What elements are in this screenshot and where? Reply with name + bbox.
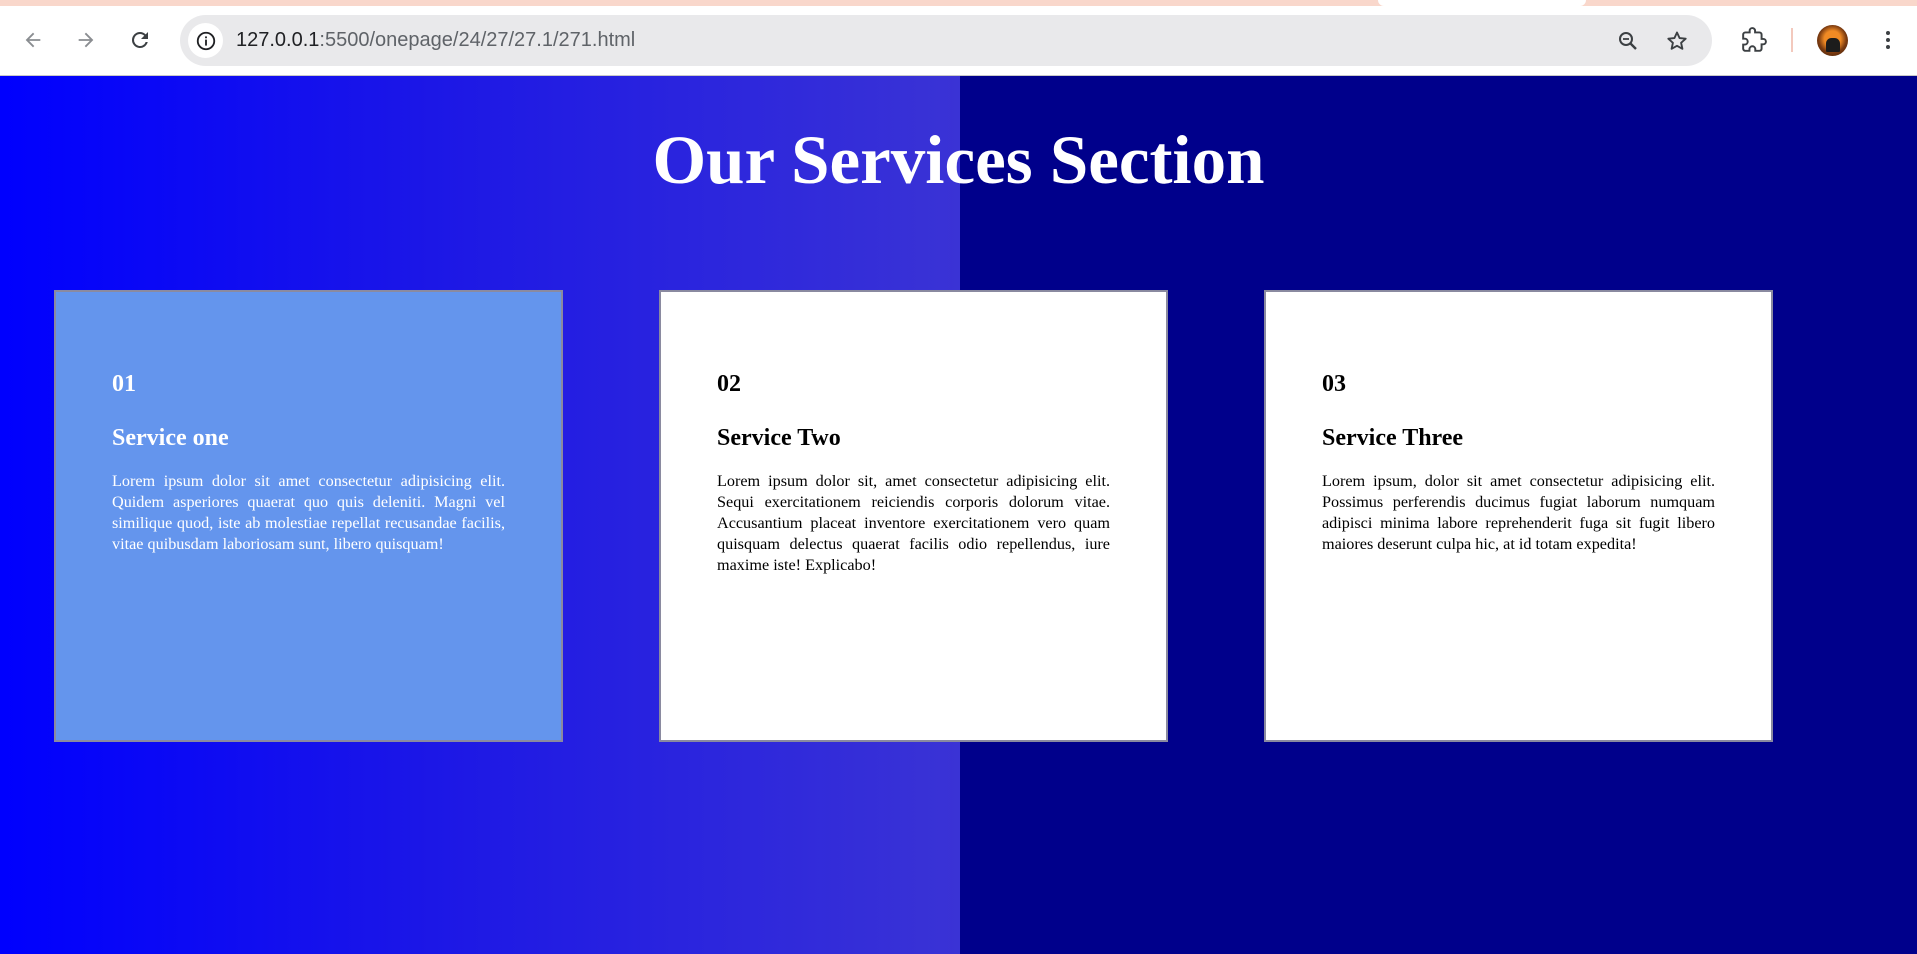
tab-strip [0,0,1917,6]
zoom-icon[interactable] [1610,23,1645,58]
service-number: 02 [717,371,741,397]
page-title: Our Services Section [652,122,1265,198]
service-description: Lorem ipsum dolor sit, amet consectetur … [717,472,1110,574]
service-description: Lorem ipsum dolor sit amet consectetur a… [112,472,505,553]
toolbar-divider [1791,28,1793,52]
address-bar[interactable]: 127.0.0.1:5500/onepage/24/27/27.1/271.ht… [180,15,1712,66]
service-title: Service Three [1322,425,1464,451]
service-title: Service one [112,425,229,451]
browser-toolbar: 127.0.0.1:5500/onepage/24/27/27.1/271.ht… [0,0,1917,76]
service-card-1[interactable]: 01 Service one Lorem ipsum dolor sit ame… [54,290,563,742]
service-card-3[interactable]: 03 Service Three Lorem ipsum, dolor sit … [1264,290,1773,742]
arrow-right-icon[interactable] [68,22,104,58]
active-tab[interactable] [1378,0,1586,6]
avatar-figure [1826,38,1840,52]
avatar[interactable] [1817,25,1848,56]
star-icon[interactable] [1659,23,1694,58]
url-path: :5500/onepage/24/27/27.1/271.html [319,29,636,51]
service-description: Lorem ipsum, dolor sit amet consectetur … [1322,472,1715,553]
service-title: Service Two [717,425,841,451]
service-number: 03 [1322,371,1346,397]
reload-icon[interactable] [122,22,158,58]
url-text[interactable]: 127.0.0.1:5500/onepage/24/27/27.1/271.ht… [236,15,635,66]
kebab-menu-icon[interactable] [1870,22,1906,58]
puzzle-icon[interactable] [1736,22,1772,58]
url-host: 127.0.0.1 [236,29,320,51]
services-section: Our Services Section 01 Service one Lore… [0,76,1917,954]
service-number: 01 [112,371,136,397]
info-icon[interactable] [188,23,223,58]
arrow-left-icon[interactable] [15,22,51,58]
service-card-2[interactable]: 02 Service Two Lorem ipsum dolor sit, am… [659,290,1168,742]
